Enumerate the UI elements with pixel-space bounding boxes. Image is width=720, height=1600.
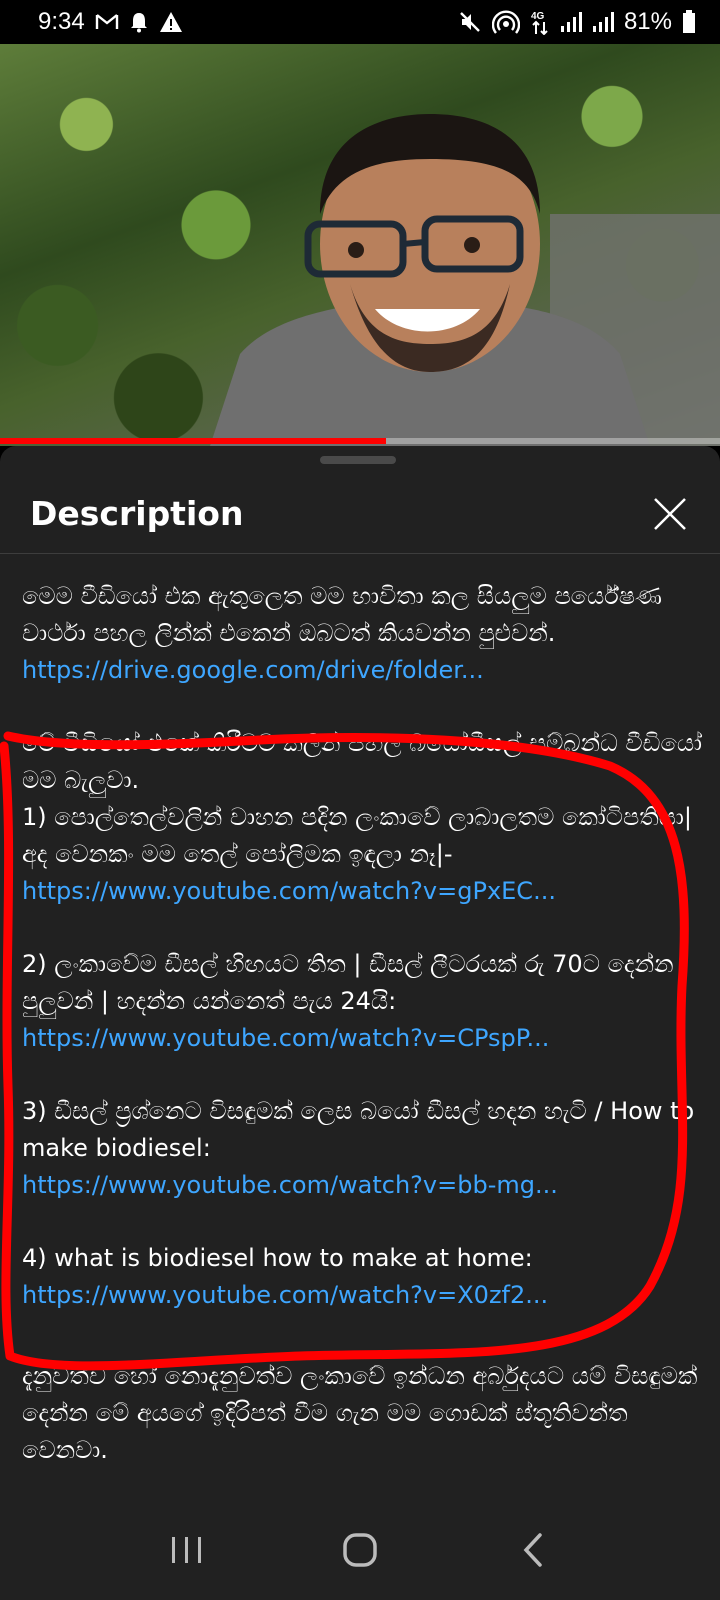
intro-text: මෙම වීඩියෝ එක ඇතුලෙත මම භාවිතා කල සියලුම… [22, 582, 662, 647]
description-sheet: Description මෙම වීඩියෝ එක ඇතුලෙත මම භාවි… [0, 446, 720, 1500]
drag-handle[interactable] [320, 456, 396, 464]
video-progress-played [0, 438, 386, 444]
back-button[interactable] [503, 1520, 563, 1580]
status-bar: 9:34 4G 81% [0, 0, 720, 44]
related-item-1-text: 1) පොල්තෙල්වලින් වාහන පදින ලංකාවේ ලාබාලත… [22, 803, 692, 868]
status-time: 9:34 [38, 8, 85, 35]
sheet-header: Description [0, 474, 720, 554]
sheet-title: Description [30, 494, 244, 533]
hotspot-icon [491, 10, 520, 34]
recents-icon [171, 1537, 201, 1563]
network-4g-icon: 4G [530, 9, 550, 35]
video-progress-bar[interactable] [0, 438, 720, 444]
recents-button[interactable] [157, 1520, 217, 1580]
home-button[interactable] [330, 1520, 390, 1580]
network-label: 4G [531, 11, 545, 22]
mute-icon [458, 10, 482, 34]
related-item-2-text: 2) ලංකාවේම ඩීසල් හිඟයට තිත | ඩීසල් ලීටරය… [22, 950, 674, 1015]
video-person [210, 114, 650, 446]
description-outro: දැනුවත්ව හෝ නොදැනුවත්ව ලංකාවේ ඉන්ධන අර්බ… [22, 1358, 702, 1469]
gmail-icon [95, 12, 119, 32]
intro-link[interactable]: https://drive.google.com/drive/folder... [22, 656, 484, 684]
related-item-1-link[interactable]: https://www.youtube.com/watch?v=gPxEC... [22, 877, 556, 905]
related-item-3-link[interactable]: https://www.youtube.com/watch?v=bb-mg... [22, 1171, 558, 1199]
close-icon [654, 497, 686, 530]
description-body: මෙම වීඩියෝ එක ඇතුලෙත මම භාවිතා කල සියලුම… [22, 578, 702, 1500]
related-item-4-link[interactable]: https://www.youtube.com/watch?v=X0zf2... [22, 1281, 548, 1309]
related-item-4-text: 4) what is biodiesel how to make at home… [22, 1244, 533, 1272]
close-button[interactable] [650, 494, 690, 534]
system-nav-bar [0, 1500, 720, 1600]
home-icon [343, 1533, 377, 1567]
video-player[interactable] [0, 44, 720, 446]
sheet-fade [0, 1460, 720, 1500]
signal-icon [560, 11, 582, 33]
outro-text: දැනුවත්ව හෝ නොදැනුවත්ව ලංකාවේ ඉන්ධන අර්බ… [22, 1362, 698, 1464]
back-icon [523, 1533, 543, 1567]
related-intro: මේ වීඩියෝ එකේ කිරීමට කලින් පහල බයෝඩීසල් … [22, 729, 702, 794]
signal-icon [592, 11, 614, 33]
battery-percent: 81% [623, 8, 672, 35]
description-intro: මෙම වීඩියෝ එක ඇතුලෙත මම භාවිතා කල සියලුම… [22, 578, 702, 689]
related-item-2-link[interactable]: https://www.youtube.com/watch?v=CPspP... [22, 1024, 549, 1052]
battery-icon [682, 10, 696, 34]
bell-icon [129, 11, 149, 33]
alert-icon [159, 11, 183, 33]
related-item-3-text: 3) ඩීසල් ප්‍රශ්නෙට විසඳුමක් ලෙස බයෝ ඩීසල… [22, 1097, 695, 1162]
related-videos: මේ වීඩියෝ එකේ කිරීමට කලින් පහල බයෝඩීසල් … [22, 725, 702, 1314]
